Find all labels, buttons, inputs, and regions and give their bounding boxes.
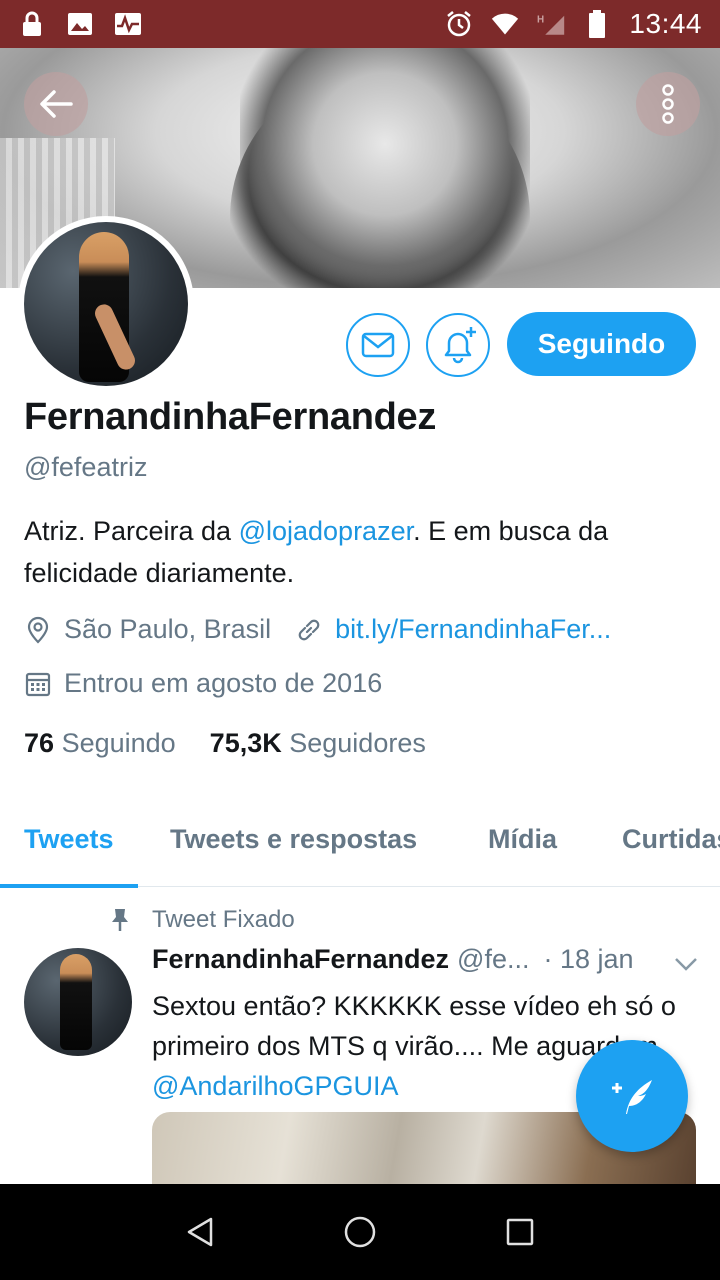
following-stat[interactable]: 76 Seguindo (24, 728, 176, 759)
tweet-header: FernandinhaFernandez @fe... · 18 jan (152, 944, 702, 975)
followers-label: Seguidores (289, 728, 426, 758)
tweet-author-handle: @fe... (457, 944, 530, 974)
activity-icon (114, 10, 142, 38)
profile-bio: Atriz. Parceira da @lojadoprazer. E em b… (24, 510, 694, 594)
message-button[interactable] (346, 313, 410, 377)
location-pin-icon (24, 616, 52, 644)
wifi-icon (491, 10, 519, 38)
chevron-down-icon[interactable] (672, 954, 700, 974)
more-vertical-icon (662, 84, 674, 124)
bio-text: Atriz. Parceira da (24, 516, 239, 546)
status-bar: H 13:44 (0, 0, 720, 48)
tab-media[interactable]: Mídia (488, 800, 557, 887)
banner-image-detail (240, 48, 530, 288)
profile-meta-joined-row: Entrou em agosto de 2016 (24, 668, 382, 699)
profile-joined-date: Entrou em agosto de 2016 (64, 668, 383, 698)
profile-website-link[interactable]: bit.ly/FernandinhaFer... (335, 614, 645, 645)
following-label: Seguindo (61, 728, 176, 758)
more-options-button[interactable] (636, 72, 700, 136)
home-circle-icon[interactable] (340, 1212, 380, 1252)
svg-text:H: H (537, 14, 544, 25)
profile-display-name: FernandinhaFernandez (24, 396, 437, 438)
tweet-author-name[interactable]: FernandinhaFernandez (152, 944, 449, 975)
lock-icon (18, 10, 46, 38)
pinned-tweet-indicator: Tweet Fixado (108, 906, 295, 934)
tab-tweets-and-replies[interactable]: Tweets e respostas (170, 800, 417, 887)
profile-handle: @fefeatriz (24, 452, 148, 482)
calendar-icon (24, 670, 52, 698)
envelope-icon (361, 332, 395, 358)
profile-meta-location-row: São Paulo, Brasil bit.ly/FernandinhaFer.… (24, 614, 645, 645)
tab-tweets[interactable]: Tweets (0, 800, 137, 888)
image-icon (66, 10, 94, 38)
arrow-left-icon (40, 90, 73, 118)
alarm-icon (445, 10, 473, 38)
link-icon (295, 616, 323, 644)
battery-icon (583, 10, 611, 38)
followers-count: 75,3K (209, 728, 282, 758)
back-triangle-icon[interactable] (180, 1212, 220, 1252)
pin-icon (108, 908, 132, 932)
profile-location: São Paulo, Brasil (64, 614, 272, 644)
profile-stats: 76 Seguindo 75,3K Seguidores (24, 728, 426, 759)
tab-likes[interactable]: Curtidas (622, 800, 720, 887)
profile-avatar[interactable] (18, 216, 194, 392)
following-count: 76 (24, 728, 55, 758)
following-button[interactable]: Seguindo (507, 312, 696, 376)
tweet-mention-link[interactable]: @AndarilhoGPGUIA (152, 1071, 399, 1101)
tweet-author-avatar[interactable] (24, 948, 132, 1056)
notifications-button[interactable] (426, 313, 490, 377)
recents-square-icon[interactable] (500, 1212, 540, 1252)
system-navigation-bar (0, 1184, 720, 1280)
followers-stat[interactable]: 75,3K Seguidores (210, 728, 426, 759)
compose-tweet-button[interactable] (576, 1040, 688, 1152)
signal-h-icon: H (537, 10, 565, 38)
bell-plus-icon (444, 327, 476, 364)
profile-tabs: Tweets Tweets e respostas Mídia Curtidas (0, 800, 720, 888)
pinned-label: Tweet Fixado (152, 906, 295, 933)
tweet-date: · 18 jan (543, 944, 634, 974)
status-time: 13:44 (629, 8, 702, 39)
compose-feather-icon (612, 1080, 652, 1114)
bio-mention-link[interactable]: @lojadoprazer (239, 516, 414, 546)
back-button[interactable] (24, 72, 88, 136)
